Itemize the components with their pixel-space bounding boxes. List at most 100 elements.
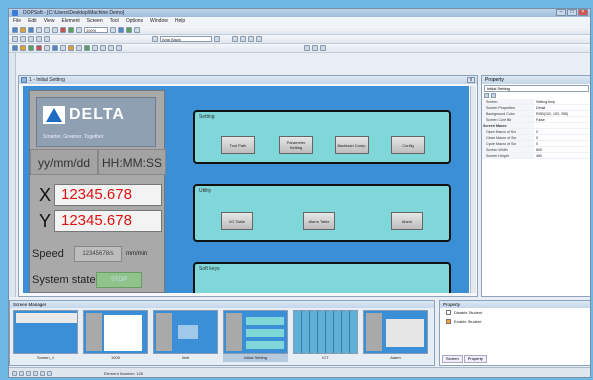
property-row[interactable]: Screen Height 480 <box>482 153 590 159</box>
minimize-button[interactable]: – <box>556 9 566 16</box>
menu-edit[interactable]: Edit <box>28 17 37 25</box>
copy-icon[interactable] <box>44 27 50 33</box>
align-left-icon[interactable] <box>12 36 18 42</box>
align-center-icon[interactable] <box>20 36 26 42</box>
x-value[interactable]: 12345.678 <box>54 184 162 206</box>
screen-thumbnail[interactable]: Screen_1 <box>13 310 78 366</box>
status-icon[interactable] <box>19 371 24 376</box>
simulate-icon[interactable] <box>126 27 132 33</box>
display-element-icon[interactable] <box>52 45 58 51</box>
menu-screen[interactable]: Screen <box>87 17 103 25</box>
text-element-icon[interactable] <box>92 45 98 51</box>
tool-path-button[interactable]: Tool Path <box>221 136 255 154</box>
property-value[interactable]: Setting.bmp <box>534 99 590 104</box>
screen-thumbnail[interactable]: Alarm <box>363 310 428 366</box>
screen-thumbnail[interactable]: 1000 <box>83 310 148 366</box>
new-icon[interactable] <box>12 27 18 33</box>
cut-icon[interactable] <box>36 27 42 33</box>
maximize-button[interactable]: □ <box>567 9 577 16</box>
property-value[interactable]: 0 <box>534 129 590 134</box>
screen-thumbnail[interactable]: limit <box>153 310 218 366</box>
undo-icon[interactable] <box>60 27 66 33</box>
property-value[interactable]: Detail <box>534 105 590 110</box>
speed-value[interactable]: 12345678/s <box>74 246 122 262</box>
tab-property[interactable]: Property <box>463 355 487 363</box>
parameter-setting-button[interactable]: Parameter Setting <box>279 136 313 154</box>
download-icon[interactable] <box>134 27 140 33</box>
input-element-icon[interactable] <box>60 45 66 51</box>
system-state-value[interactable]: STOP <box>96 272 142 288</box>
align-right-icon[interactable] <box>28 36 34 42</box>
redo-icon[interactable] <box>68 27 74 33</box>
property-value[interactable]: 0 <box>534 135 590 140</box>
menu-options[interactable]: Options <box>126 17 143 25</box>
editor-close-button[interactable]: x <box>467 77 475 83</box>
zoom-combo[interactable]: 100% <box>84 27 108 33</box>
alphabetical-icon[interactable] <box>491 93 496 98</box>
editor-scrollbar[interactable] <box>470 86 476 293</box>
layer-icon[interactable] <box>152 36 158 42</box>
left-dock-strip[interactable] <box>9 53 16 297</box>
font-size-icon[interactable] <box>214 36 220 42</box>
italic-icon[interactable] <box>44 36 50 42</box>
button-element-icon[interactable] <box>12 45 18 51</box>
line-element-icon[interactable] <box>100 45 106 51</box>
screen-thumbnail[interactable]: ICT <box>293 310 358 366</box>
y-value[interactable]: 12345.678 <box>54 210 162 232</box>
open-icon[interactable] <box>20 27 26 33</box>
save-icon[interactable] <box>28 27 34 33</box>
property-value[interactable]: 480 <box>534 153 590 158</box>
send-back-icon[interactable] <box>256 36 262 42</box>
property-value[interactable]: RGB(102, 153, 255) <box>534 111 590 116</box>
io-table-button[interactable]: I/O Table <box>221 212 253 230</box>
state-option-selected[interactable]: Enable Student <box>440 317 590 326</box>
font-combo[interactable]: Arial Black <box>160 36 212 42</box>
paste-icon[interactable] <box>52 27 58 33</box>
menu-tool[interactable]: Tool <box>110 17 119 25</box>
status-icon[interactable] <box>33 371 38 376</box>
property-value[interactable]: 800 <box>534 147 590 152</box>
compile-icon[interactable] <box>118 27 124 33</box>
pipe-element-icon[interactable] <box>36 45 42 51</box>
status-icon[interactable] <box>47 371 52 376</box>
alarm-element-icon[interactable] <box>76 45 82 51</box>
print-icon[interactable] <box>76 27 82 33</box>
status-icon[interactable] <box>40 371 45 376</box>
rect-element-icon[interactable] <box>108 45 114 51</box>
meter-element-icon[interactable] <box>20 45 26 51</box>
scale-element-icon[interactable] <box>320 45 326 51</box>
radio-selected-icon[interactable] <box>446 319 451 324</box>
property-value[interactable]: False <box>534 117 590 122</box>
menu-view[interactable]: View <box>44 17 55 25</box>
radio-icon[interactable] <box>446 310 451 315</box>
property-value[interactable]: 0 <box>534 141 590 146</box>
menu-window[interactable]: Window <box>150 17 168 25</box>
object-select[interactable]: Initial Setting <box>484 85 589 92</box>
config-button[interactable]: Config <box>391 136 425 154</box>
alarm-button[interactable]: Alarm <box>391 212 423 230</box>
menu-file[interactable]: File <box>13 17 21 25</box>
arc-element-icon[interactable] <box>312 45 318 51</box>
bar-element-icon[interactable] <box>28 45 34 51</box>
group-icon[interactable] <box>232 36 238 42</box>
hmi-canvas[interactable]: DELTA Smarter. Greener. Together. yy/mm/… <box>23 86 469 293</box>
status-icon[interactable] <box>26 371 31 376</box>
menu-help[interactable]: Help <box>175 17 185 25</box>
chart-element-icon[interactable] <box>68 45 74 51</box>
backlash-comp-button[interactable]: Backlash Comp. <box>335 136 369 154</box>
state-option[interactable]: Disable Student <box>440 308 590 317</box>
circle-element-icon[interactable] <box>116 45 122 51</box>
menu-element[interactable]: Element <box>61 17 79 25</box>
categorized-icon[interactable] <box>484 93 489 98</box>
alarm-table-button[interactable]: Alarm Table <box>303 212 335 230</box>
status-icon[interactable] <box>12 371 17 376</box>
close-button[interactable]: × <box>578 9 588 16</box>
tab-screen[interactable]: Screen <box>442 355 463 363</box>
ungroup-icon[interactable] <box>240 36 246 42</box>
lamp-element-icon[interactable] <box>44 45 50 51</box>
picture-element-icon[interactable] <box>84 45 90 51</box>
polygon-element-icon[interactable] <box>304 45 310 51</box>
bold-icon[interactable] <box>36 36 42 42</box>
grid-icon[interactable] <box>110 27 116 33</box>
bring-front-icon[interactable] <box>248 36 254 42</box>
